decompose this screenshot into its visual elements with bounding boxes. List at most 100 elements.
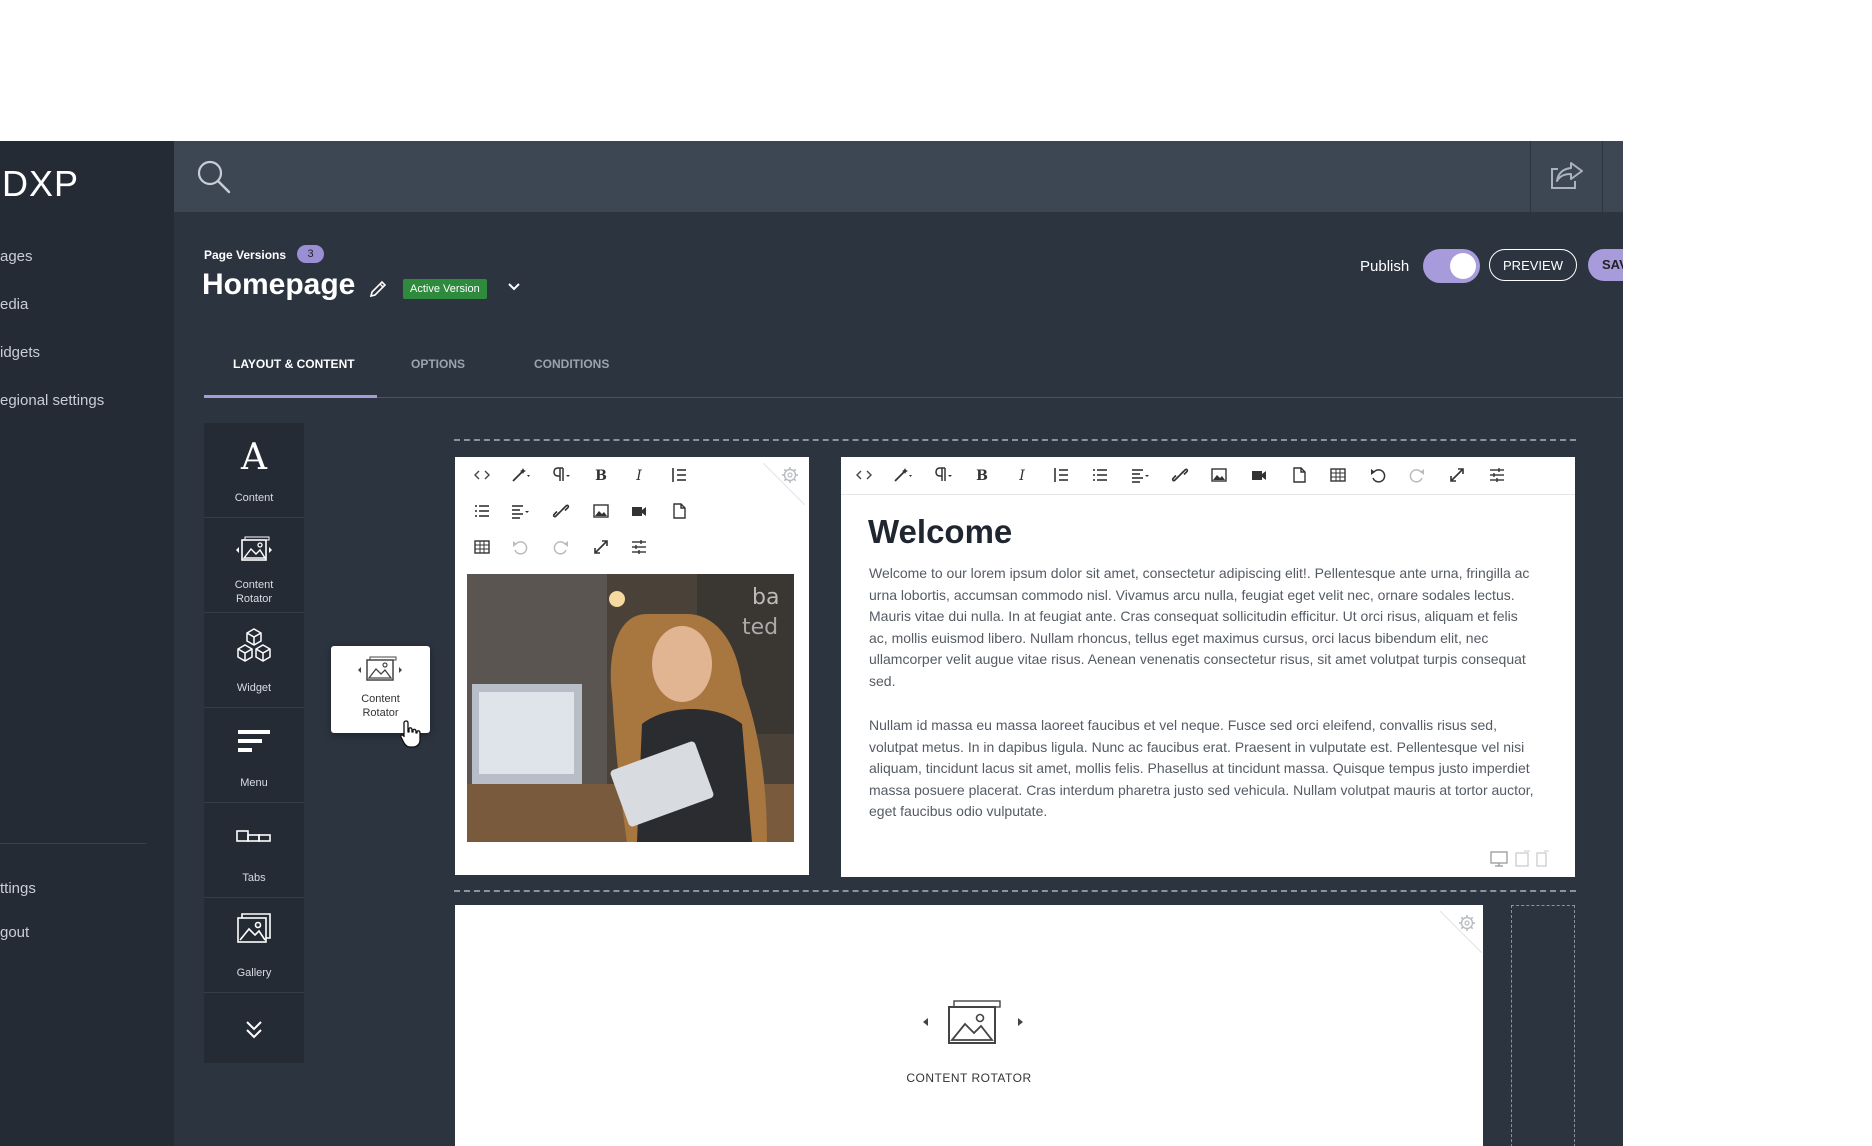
bullet-list-icon[interactable] — [471, 500, 493, 522]
palette-item-widget[interactable]: Widget — [204, 613, 304, 708]
image-block[interactable]: B I ba ted — [455, 457, 809, 875]
active-version-badge: Active Version — [403, 279, 487, 299]
file-icon[interactable] — [1288, 464, 1310, 486]
version-dropdown-chevron-icon[interactable] — [506, 279, 522, 295]
palette-item-menu[interactable]: Menu — [204, 708, 304, 803]
ordered-list-icon[interactable] — [1050, 464, 1072, 486]
paragraph-icon[interactable] — [932, 464, 954, 486]
share-button[interactable] — [1530, 141, 1603, 212]
palette-label: Menu — [240, 777, 268, 789]
corner-fold — [762, 462, 806, 506]
empty-drop-column[interactable] — [1511, 905, 1575, 1146]
sidebar: DXP ages edia idgets egional settings tt… — [0, 141, 174, 1146]
video-icon[interactable] — [1248, 464, 1270, 486]
link-icon[interactable] — [1169, 464, 1191, 486]
page-versions-count-badge[interactable]: 3 — [297, 245, 324, 263]
fullscreen-icon[interactable] — [590, 536, 612, 558]
sidebar-item-regional-settings[interactable]: egional settings — [0, 392, 104, 409]
toggle-knob — [1450, 253, 1476, 279]
gear-icon[interactable] — [1458, 914, 1476, 932]
woman-with-tablet-photo: ba ted — [467, 574, 794, 842]
image-icon[interactable] — [1208, 464, 1230, 486]
palette-item-content[interactable]: A Content — [204, 423, 304, 518]
bullet-list-icon[interactable] — [1089, 464, 1111, 486]
bold-icon[interactable]: B — [971, 464, 993, 486]
app-window: DXP ages edia idgets egional settings tt… — [0, 141, 1623, 1146]
palette-expand-button[interactable] — [204, 993, 304, 1063]
gallery-icon — [234, 908, 274, 948]
sidebar-item-media[interactable]: edia — [0, 296, 28, 313]
redo-icon[interactable] — [1406, 464, 1428, 486]
page-versions-label: Page Versions — [204, 248, 287, 262]
sidebar-divider — [0, 843, 146, 844]
share-icon — [1549, 159, 1585, 191]
menu-lines-icon — [234, 722, 274, 762]
ordered-list-icon[interactable] — [668, 464, 690, 486]
palette-item-content-rotator[interactable]: Content Rotator — [204, 518, 304, 613]
svg-text:ted: ted — [742, 615, 778, 640]
content-rotator-icon — [921, 997, 1025, 1047]
preview-button[interactable]: PREVIEW — [1489, 249, 1577, 281]
tablet-icon[interactable] — [1513, 850, 1531, 868]
source-code-icon[interactable] — [853, 464, 875, 486]
save-button[interactable]: SAV — [1588, 249, 1623, 281]
text-editor-block[interactable]: B I Welcome Welcome to our lorem ipsum d… — [841, 457, 1575, 877]
double-chevron-down-icon — [234, 1011, 274, 1051]
italic-icon[interactable]: I — [628, 464, 650, 486]
hand-cursor-icon — [399, 719, 423, 749]
publish-toggle[interactable] — [1423, 249, 1480, 283]
search-icon[interactable] — [196, 159, 232, 195]
tabs-icon — [234, 817, 274, 857]
svg-text:ba: ba — [752, 585, 779, 610]
palette-label: Content — [234, 492, 274, 504]
body-paragraph-1[interactable]: Welcome to our lorem ipsum dolor sit ame… — [869, 563, 1534, 693]
sidebar-item-logout[interactable]: gout — [0, 924, 29, 941]
file-icon[interactable] — [668, 500, 690, 522]
bold-icon[interactable]: B — [590, 464, 612, 486]
image-icon[interactable] — [590, 500, 612, 522]
body-paragraph-2[interactable]: Nullam id massa eu massa laoreet faucibu… — [869, 715, 1534, 823]
link-icon[interactable] — [550, 500, 572, 522]
source-code-icon[interactable] — [471, 464, 493, 486]
mobile-icon[interactable] — [1534, 850, 1550, 868]
align-icon[interactable] — [1129, 464, 1151, 486]
desktop-icon[interactable] — [1489, 850, 1509, 868]
welcome-heading[interactable]: Welcome — [868, 513, 1012, 551]
magic-wand-icon[interactable] — [509, 464, 531, 486]
redo-icon[interactable] — [550, 536, 572, 558]
publish-label: Publish — [1360, 258, 1410, 275]
sidebar-item-pages[interactable]: ages — [0, 248, 33, 265]
dragged-content-rotator-card[interactable]: Content Rotator — [331, 646, 430, 748]
table-icon[interactable] — [1327, 464, 1349, 486]
sidebar-item-widgets[interactable]: idgets — [0, 344, 40, 361]
video-icon[interactable] — [628, 500, 650, 522]
tab-layout-content[interactable]: LAYOUT & CONTENT — [233, 357, 355, 371]
drag-card-label: Content Rotator — [361, 693, 400, 719]
undo-icon[interactable] — [1367, 464, 1389, 486]
fullscreen-icon[interactable] — [1446, 464, 1468, 486]
paragraph-icon[interactable] — [550, 464, 572, 486]
align-icon[interactable] — [509, 500, 531, 522]
palette-label: Tabs — [242, 872, 266, 884]
magic-wand-icon[interactable] — [891, 464, 913, 486]
drop-zone-indicator — [454, 890, 1576, 892]
palette-label: Gallery — [236, 967, 272, 979]
content-rotator-block[interactable]: CONTENT ROTATOR — [455, 905, 1483, 1146]
settings-sliders-icon[interactable] — [628, 536, 650, 558]
pencil-icon[interactable] — [368, 279, 388, 299]
svg-text:I: I — [635, 468, 642, 484]
sidebar-item-settings[interactable]: ttings — [0, 880, 36, 897]
tabs-divider — [204, 397, 1623, 398]
table-icon[interactable] — [471, 536, 493, 558]
logo: DXP — [2, 163, 80, 204]
palette-item-tabs[interactable]: Tabs — [204, 803, 304, 898]
undo-icon[interactable] — [509, 536, 531, 558]
settings-sliders-icon[interactable] — [1486, 464, 1508, 486]
editor-toolbar: B I — [841, 457, 1575, 495]
svg-text:B: B — [976, 468, 988, 484]
palette-item-gallery[interactable]: Gallery — [204, 898, 304, 993]
italic-icon[interactable]: I — [1011, 464, 1033, 486]
tab-options[interactable]: OPTIONS — [411, 357, 465, 371]
page-title: Homepage — [202, 268, 356, 301]
tab-conditions[interactable]: CONDITIONS — [534, 357, 609, 371]
